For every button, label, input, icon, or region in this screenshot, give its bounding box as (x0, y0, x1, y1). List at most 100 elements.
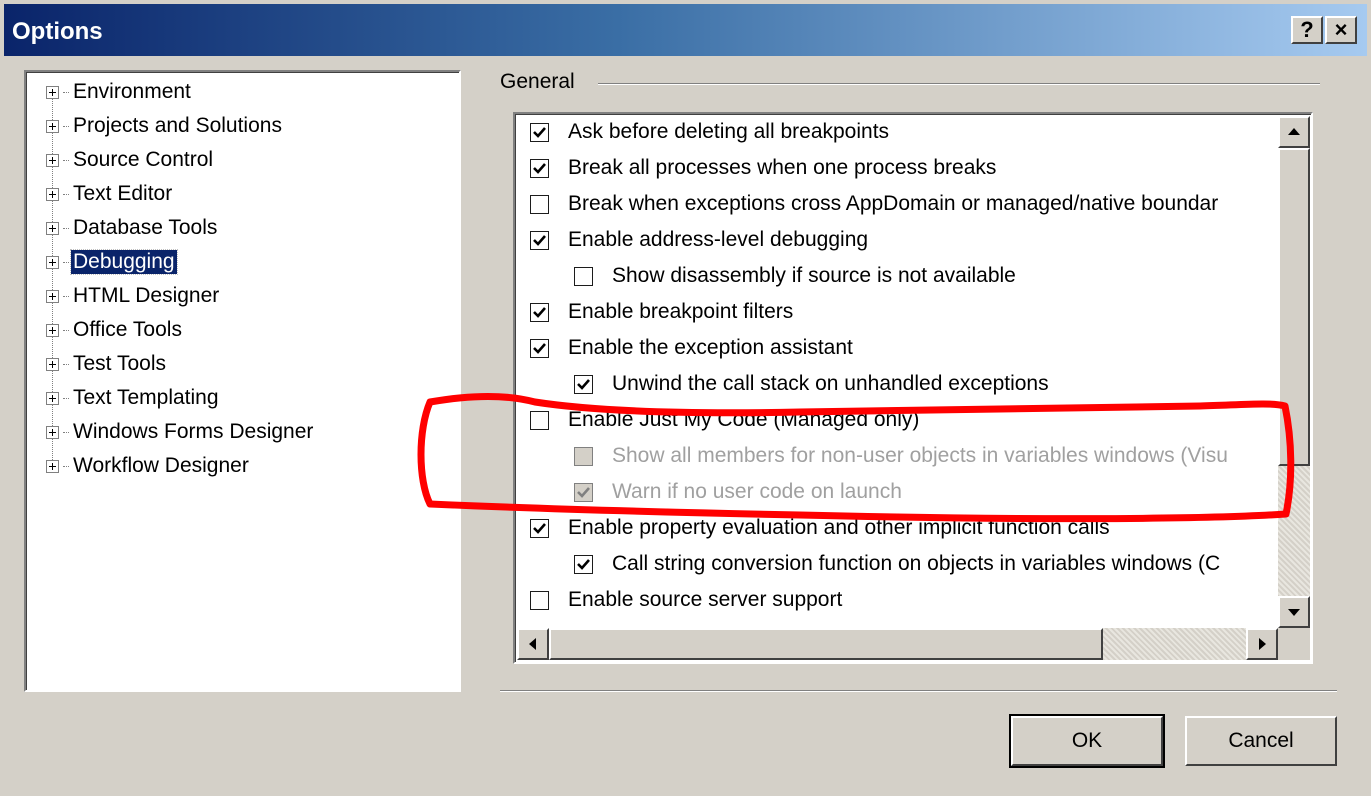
expand-icon[interactable] (46, 391, 59, 405)
option-row[interactable]: Unwind the call stack on unhandled excep… (574, 368, 1049, 400)
tree-item-office-tools[interactable]: Office Tools (46, 316, 184, 344)
debugging-options-list[interactable]: Ask before deleting all breakpoints Break… (513, 112, 1313, 664)
tree-connector (63, 91, 69, 93)
checkmark-icon (577, 486, 590, 498)
tree-item-text-templating[interactable]: Text Templating (46, 384, 221, 412)
tree-connector (63, 329, 69, 331)
horizontal-scroll-thumb[interactable] (549, 628, 1103, 660)
checkbox-checked[interactable] (530, 230, 549, 250)
expand-icon[interactable] (46, 153, 59, 167)
checkmark-icon (533, 234, 546, 246)
buttons-divider (500, 690, 1337, 692)
option-row[interactable]: Enable source server support (530, 584, 842, 616)
category-tree[interactable]: Environment Projects and Solutions Source … (24, 70, 461, 692)
tree-item-label: Debugging (70, 249, 178, 275)
checkbox-checked[interactable] (530, 122, 549, 142)
arrow-right-icon (1259, 638, 1266, 650)
checkbox-checked[interactable] (574, 374, 593, 394)
tree-item-label: Test Tools (73, 352, 166, 375)
scroll-up-button[interactable] (1278, 116, 1310, 148)
option-row[interactable]: Ask before deleting all breakpoints (530, 116, 889, 148)
tree-item-workflow-designer[interactable]: Workflow Designer (46, 452, 251, 480)
tree-item-label: HTML Designer (73, 284, 220, 307)
tree-item-html-designer[interactable]: HTML Designer (46, 282, 221, 310)
checkbox-checked[interactable] (530, 518, 549, 538)
vertical-scrollbar[interactable] (1278, 116, 1310, 628)
expand-icon[interactable] (46, 289, 59, 303)
tree-connector (63, 465, 69, 467)
option-row[interactable]: Break when exceptions cross AppDomain or… (530, 188, 1218, 220)
tree-item-windows-forms-designer[interactable]: Windows Forms Designer (46, 418, 315, 446)
option-label: Enable the exception assistant (568, 336, 853, 359)
tree-connector (63, 125, 69, 127)
checkbox-checked[interactable] (530, 338, 549, 358)
tree-item-projects-and-solutions[interactable]: Projects and Solutions (46, 112, 284, 140)
checkbox-unchecked (574, 446, 593, 466)
tree-connector (63, 397, 69, 399)
checkbox-unchecked[interactable] (530, 590, 549, 610)
expand-icon[interactable] (46, 255, 59, 269)
option-row[interactable]: Break all processes when one process bre… (530, 152, 996, 184)
arrow-left-icon (529, 638, 536, 650)
option-label: Enable address-level debugging (568, 228, 869, 251)
tree-connector (63, 363, 69, 365)
vertical-scroll-thumb[interactable] (1278, 148, 1310, 466)
checkmark-icon (577, 558, 590, 570)
tree-item-label: Database Tools (73, 216, 218, 239)
expand-icon[interactable] (46, 357, 59, 371)
scroll-down-button[interactable] (1278, 596, 1310, 628)
tree-item-source-control[interactable]: Source Control (46, 146, 215, 174)
expand-icon[interactable] (46, 119, 59, 133)
arrow-down-icon (1288, 609, 1300, 616)
tree-item-debugging[interactable]: Debugging (46, 248, 178, 276)
tree-item-label: Environment (73, 80, 191, 103)
option-row[interactable]: Enable Just My Code (Managed only) (530, 404, 919, 436)
checkbox-checked (574, 482, 593, 502)
tree-item-label: Text Editor (73, 182, 173, 205)
option-label: Enable breakpoint filters (568, 300, 794, 323)
tree-item-label: Workflow Designer (73, 454, 249, 477)
checkmark-icon (533, 306, 546, 318)
expand-icon[interactable] (46, 323, 59, 337)
checkbox-unchecked[interactable] (530, 194, 549, 214)
option-row[interactable]: Call string conversion function on objec… (574, 548, 1220, 580)
scroll-left-button[interactable] (517, 628, 549, 660)
option-row[interactable]: Show disassembly if source is not availa… (574, 260, 1016, 292)
scroll-right-button[interactable] (1246, 628, 1278, 660)
tree-connector (63, 431, 69, 433)
option-row[interactable]: Show all members for non-user objects in… (574, 440, 1228, 472)
option-row[interactable]: Warn if no user code on launch (574, 476, 902, 508)
option-row[interactable]: Enable property evaluation and other imp… (530, 512, 1110, 544)
tree-item-database-tools[interactable]: Database Tools (46, 214, 219, 242)
option-row[interactable]: Enable address-level debugging (530, 224, 868, 256)
option-label: Enable source server support (568, 588, 843, 611)
close-button[interactable]: × (1325, 16, 1357, 44)
tree-item-text-editor[interactable]: Text Editor (46, 180, 174, 208)
checkmark-icon (533, 522, 546, 534)
checkbox-unchecked[interactable] (530, 410, 549, 430)
tree-connector (63, 193, 69, 195)
ok-button[interactable]: OK (1009, 714, 1165, 768)
tree-item-environment[interactable]: Environment (46, 78, 193, 106)
option-row[interactable]: Enable the exception assistant (530, 332, 853, 364)
expand-icon[interactable] (46, 187, 59, 201)
option-row[interactable]: Enable breakpoint filters (530, 296, 793, 328)
cancel-button[interactable]: Cancel (1185, 716, 1337, 766)
checkmark-icon (533, 162, 546, 174)
checkbox-checked[interactable] (530, 302, 549, 322)
checkmark-icon (533, 342, 546, 354)
expand-icon[interactable] (46, 459, 59, 473)
expand-icon[interactable] (46, 85, 59, 99)
checkbox-checked[interactable] (530, 158, 549, 178)
expand-icon[interactable] (46, 221, 59, 235)
checkbox-unchecked[interactable] (574, 266, 593, 286)
expand-icon[interactable] (46, 425, 59, 439)
title-bar[interactable]: Options ? × (4, 4, 1367, 56)
tree-item-test-tools[interactable]: Test Tools (46, 350, 168, 378)
option-label: Warn if no user code on launch (612, 480, 902, 503)
tree-item-label: Source Control (73, 148, 214, 171)
arrow-up-icon (1288, 128, 1300, 135)
help-button[interactable]: ? (1291, 16, 1323, 44)
horizontal-scrollbar[interactable] (517, 628, 1278, 660)
checkbox-checked[interactable] (574, 554, 593, 574)
